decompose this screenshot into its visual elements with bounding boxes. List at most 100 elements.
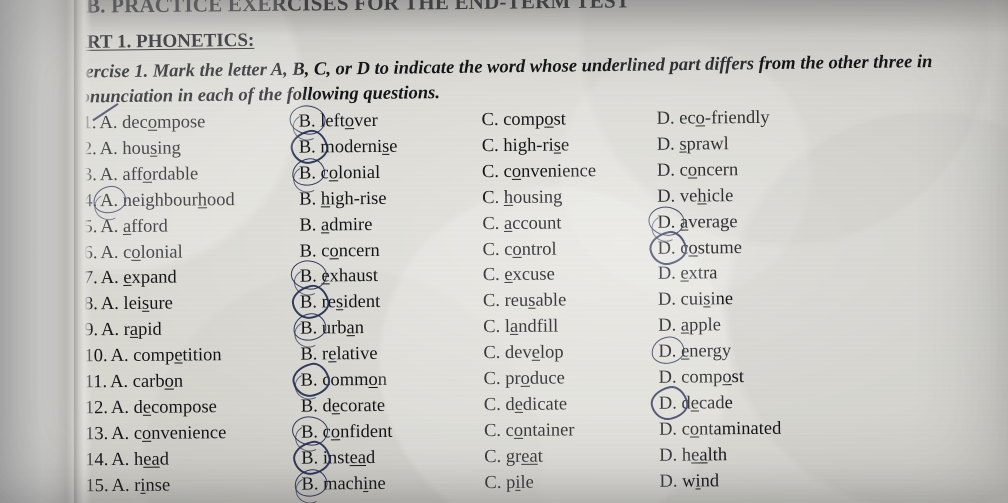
option-b-q8[interactable]: B. resident <box>300 292 380 314</box>
option-c-q12[interactable]: C. dedicate <box>484 394 567 416</box>
option-a-q14[interactable]: 14. A. head <box>85 449 169 471</box>
option-d-q5[interactable]: D. average <box>657 212 737 234</box>
option-letter: A. <box>111 423 130 444</box>
worksheet-photo: B. PRACTICE EXERCISES FOR THE END-TERM T… <box>0 0 1008 503</box>
underlined-part: o <box>520 368 530 389</box>
option-d-q13[interactable]: D. contaminated <box>659 419 781 441</box>
underlined-part: ea <box>143 449 160 470</box>
option-word: contaminated <box>681 418 782 440</box>
option-b-q10[interactable]: B. relative <box>300 344 377 366</box>
question-number: 6. <box>83 242 98 263</box>
option-a-q9[interactable]: 9. A. rapid <box>84 320 162 342</box>
option-b-q14[interactable]: B. instead <box>301 448 375 470</box>
option-d-q12[interactable]: D. decade <box>659 393 733 415</box>
option-c-q2[interactable]: C. high-rise <box>482 135 570 157</box>
option-letter: C. <box>483 343 501 364</box>
underlined-part: a <box>509 317 519 338</box>
option-d-q15[interactable]: D. wind <box>659 471 719 492</box>
option-d-q11[interactable]: D. compost <box>659 367 744 389</box>
option-b-q9[interactable]: B. urban <box>300 318 364 339</box>
option-c-q13[interactable]: C. container <box>484 420 575 442</box>
option-c-q3[interactable]: C. convenience <box>482 161 596 183</box>
option-word: pile <box>505 472 534 493</box>
option-d-q8[interactable]: D. cuisine <box>658 289 733 311</box>
option-a-q8[interactable]: 8. A. leisure <box>84 294 173 316</box>
option-c-q9[interactable]: C. landfill <box>483 317 558 339</box>
option-a-q10[interactable]: 10. A. competition <box>84 345 221 367</box>
option-word: concern <box>679 159 739 181</box>
option-d-q14[interactable]: D. health <box>659 445 727 467</box>
option-word: rinse <box>134 475 171 496</box>
option-a-q11[interactable]: 11. A. carbon <box>85 371 184 393</box>
option-b-q4[interactable]: B. high-rise <box>299 189 387 211</box>
option-letter: A. <box>99 164 118 185</box>
option-c-q1[interactable]: C. compost <box>482 109 566 131</box>
underlined-part: o <box>328 163 339 184</box>
option-word: affordable <box>122 164 199 185</box>
option-letter: B. <box>298 111 316 132</box>
option-word: compost <box>503 109 566 130</box>
option-b-q12[interactable]: B. decorate <box>301 396 385 418</box>
option-letter: A. <box>99 138 118 160</box>
option-word: head <box>133 449 170 470</box>
option-a-q7[interactable]: 7. A. expand <box>84 268 177 290</box>
option-c-q4[interactable]: C. housing <box>482 187 562 209</box>
option-b-q11[interactable]: B. common <box>301 370 388 392</box>
option-word: resident <box>321 292 381 313</box>
option-letter: D. <box>658 315 677 336</box>
option-c-q6[interactable]: C. control <box>483 239 557 261</box>
option-letter: C. <box>481 110 499 131</box>
option-a-q12[interactable]: 12. A. decompose <box>85 397 217 419</box>
option-letter: D. <box>657 186 676 207</box>
underlined-part: o <box>722 367 732 388</box>
option-c-q5[interactable]: C. account <box>482 213 561 235</box>
option-a-q1[interactable]: 1. A. decompose <box>83 112 206 134</box>
option-d-q2[interactable]: D. sprawl <box>657 134 729 156</box>
underlined-part: o <box>131 242 141 263</box>
option-c-q7[interactable]: C. excuse <box>483 265 555 287</box>
option-b-q1[interactable]: B. leftover <box>299 111 378 133</box>
option-b-q15[interactable]: B. machine <box>301 473 385 495</box>
option-d-q6[interactable]: D. costume <box>658 238 742 260</box>
option-c-q11[interactable]: C. produce <box>484 368 565 390</box>
option-d-q7[interactable]: D. extra <box>658 264 718 285</box>
option-letter: B. <box>301 474 319 495</box>
option-b-q7[interactable]: B. exhaust <box>300 266 378 288</box>
option-b-q3[interactable]: B. colonial <box>299 163 380 185</box>
underlined-part: h <box>320 189 331 210</box>
option-d-q4[interactable]: D. vehicle <box>657 186 733 208</box>
option-d-q1[interactable]: D. eco-friendly <box>657 108 770 130</box>
option-b-q2[interactable]: B. modernise <box>299 137 398 159</box>
option-word: control <box>504 239 557 260</box>
option-word: convenience <box>133 422 227 444</box>
option-letter: B. <box>299 215 317 236</box>
underlined-part: o <box>164 371 174 392</box>
option-c-q10[interactable]: C. develop <box>483 343 563 365</box>
underlined-part: ea <box>521 446 538 467</box>
underlined-part: a <box>679 212 689 233</box>
option-c-q15[interactable]: C. pile <box>484 472 534 493</box>
option-a-q5[interactable]: 5. A. afford <box>83 216 168 238</box>
option-a-q3[interactable]: 3. A. affordable <box>83 164 198 186</box>
underlined-part: h <box>697 186 707 207</box>
option-d-q10[interactable]: D. energy <box>658 341 731 363</box>
option-c-q8[interactable]: C. reusable <box>483 291 566 313</box>
option-letter: B. <box>299 266 317 287</box>
option-a-q15[interactable]: 15. A. rinse <box>85 475 170 497</box>
option-c-q14[interactable]: C. great <box>484 446 543 467</box>
option-a-q2[interactable]: 2. A. housing <box>83 138 181 160</box>
option-b-q5[interactable]: B. admire <box>299 215 372 237</box>
option-a-q13[interactable]: 13. A. convenience <box>85 423 226 445</box>
option-d-q3[interactable]: D. concern <box>657 160 738 182</box>
option-b-q13[interactable]: B. confident <box>301 422 393 444</box>
option-d-q9[interactable]: D. apple <box>658 315 721 336</box>
underlined-part: a <box>503 213 513 234</box>
option-b-q6[interactable]: B. concern <box>300 240 380 262</box>
option-a-q6[interactable]: 6. A. colonial <box>84 242 183 264</box>
underlined-part: e <box>174 345 183 366</box>
option-letter: B. <box>299 189 317 210</box>
underlined-part: o <box>368 369 378 391</box>
underlined-part: o <box>344 111 355 132</box>
option-word: housing <box>503 187 563 208</box>
option-a-q4[interactable]: 4. A. neighbourhood <box>83 190 235 212</box>
